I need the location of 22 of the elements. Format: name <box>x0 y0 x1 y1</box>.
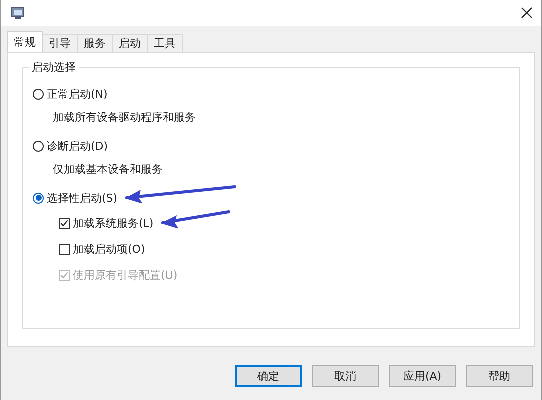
tab[interactable]: 工具 <box>147 34 183 52</box>
app-icon <box>11 6 25 20</box>
dialog-button[interactable]: 应用(A) <box>389 365 456 387</box>
tab[interactable]: 引导 <box>42 34 78 52</box>
option-description: 加载所有设备驱动程序和服务 <box>53 110 196 124</box>
radio-button[interactable] <box>33 88 44 100</box>
option-description: 仅加载基本设备和服务 <box>53 162 163 176</box>
radio-label[interactable]: 正常启动(N) <box>47 86 108 102</box>
radio-button[interactable] <box>33 140 44 152</box>
radio-label[interactable]: 诊断启动(D) <box>47 138 108 154</box>
checkbox[interactable] <box>59 244 70 254</box>
checkbox-label[interactable]: 加载系统服务(L) <box>73 216 154 230</box>
close-button[interactable] <box>519 5 535 21</box>
radio-label[interactable]: 选择性启动(S) <box>47 190 118 206</box>
group-title: 启动选择 <box>29 60 79 75</box>
dialog-button[interactable]: 取消 <box>312 365 379 387</box>
dialog-button[interactable]: 确定 <box>235 365 302 387</box>
tab[interactable]: 常规 <box>7 31 43 52</box>
checkbox-label[interactable]: 加载启动项(O) <box>73 242 146 256</box>
checkbox[interactable] <box>59 218 70 228</box>
dialog-button[interactable]: 帮助 <box>466 365 533 387</box>
radio-button[interactable] <box>33 192 44 204</box>
